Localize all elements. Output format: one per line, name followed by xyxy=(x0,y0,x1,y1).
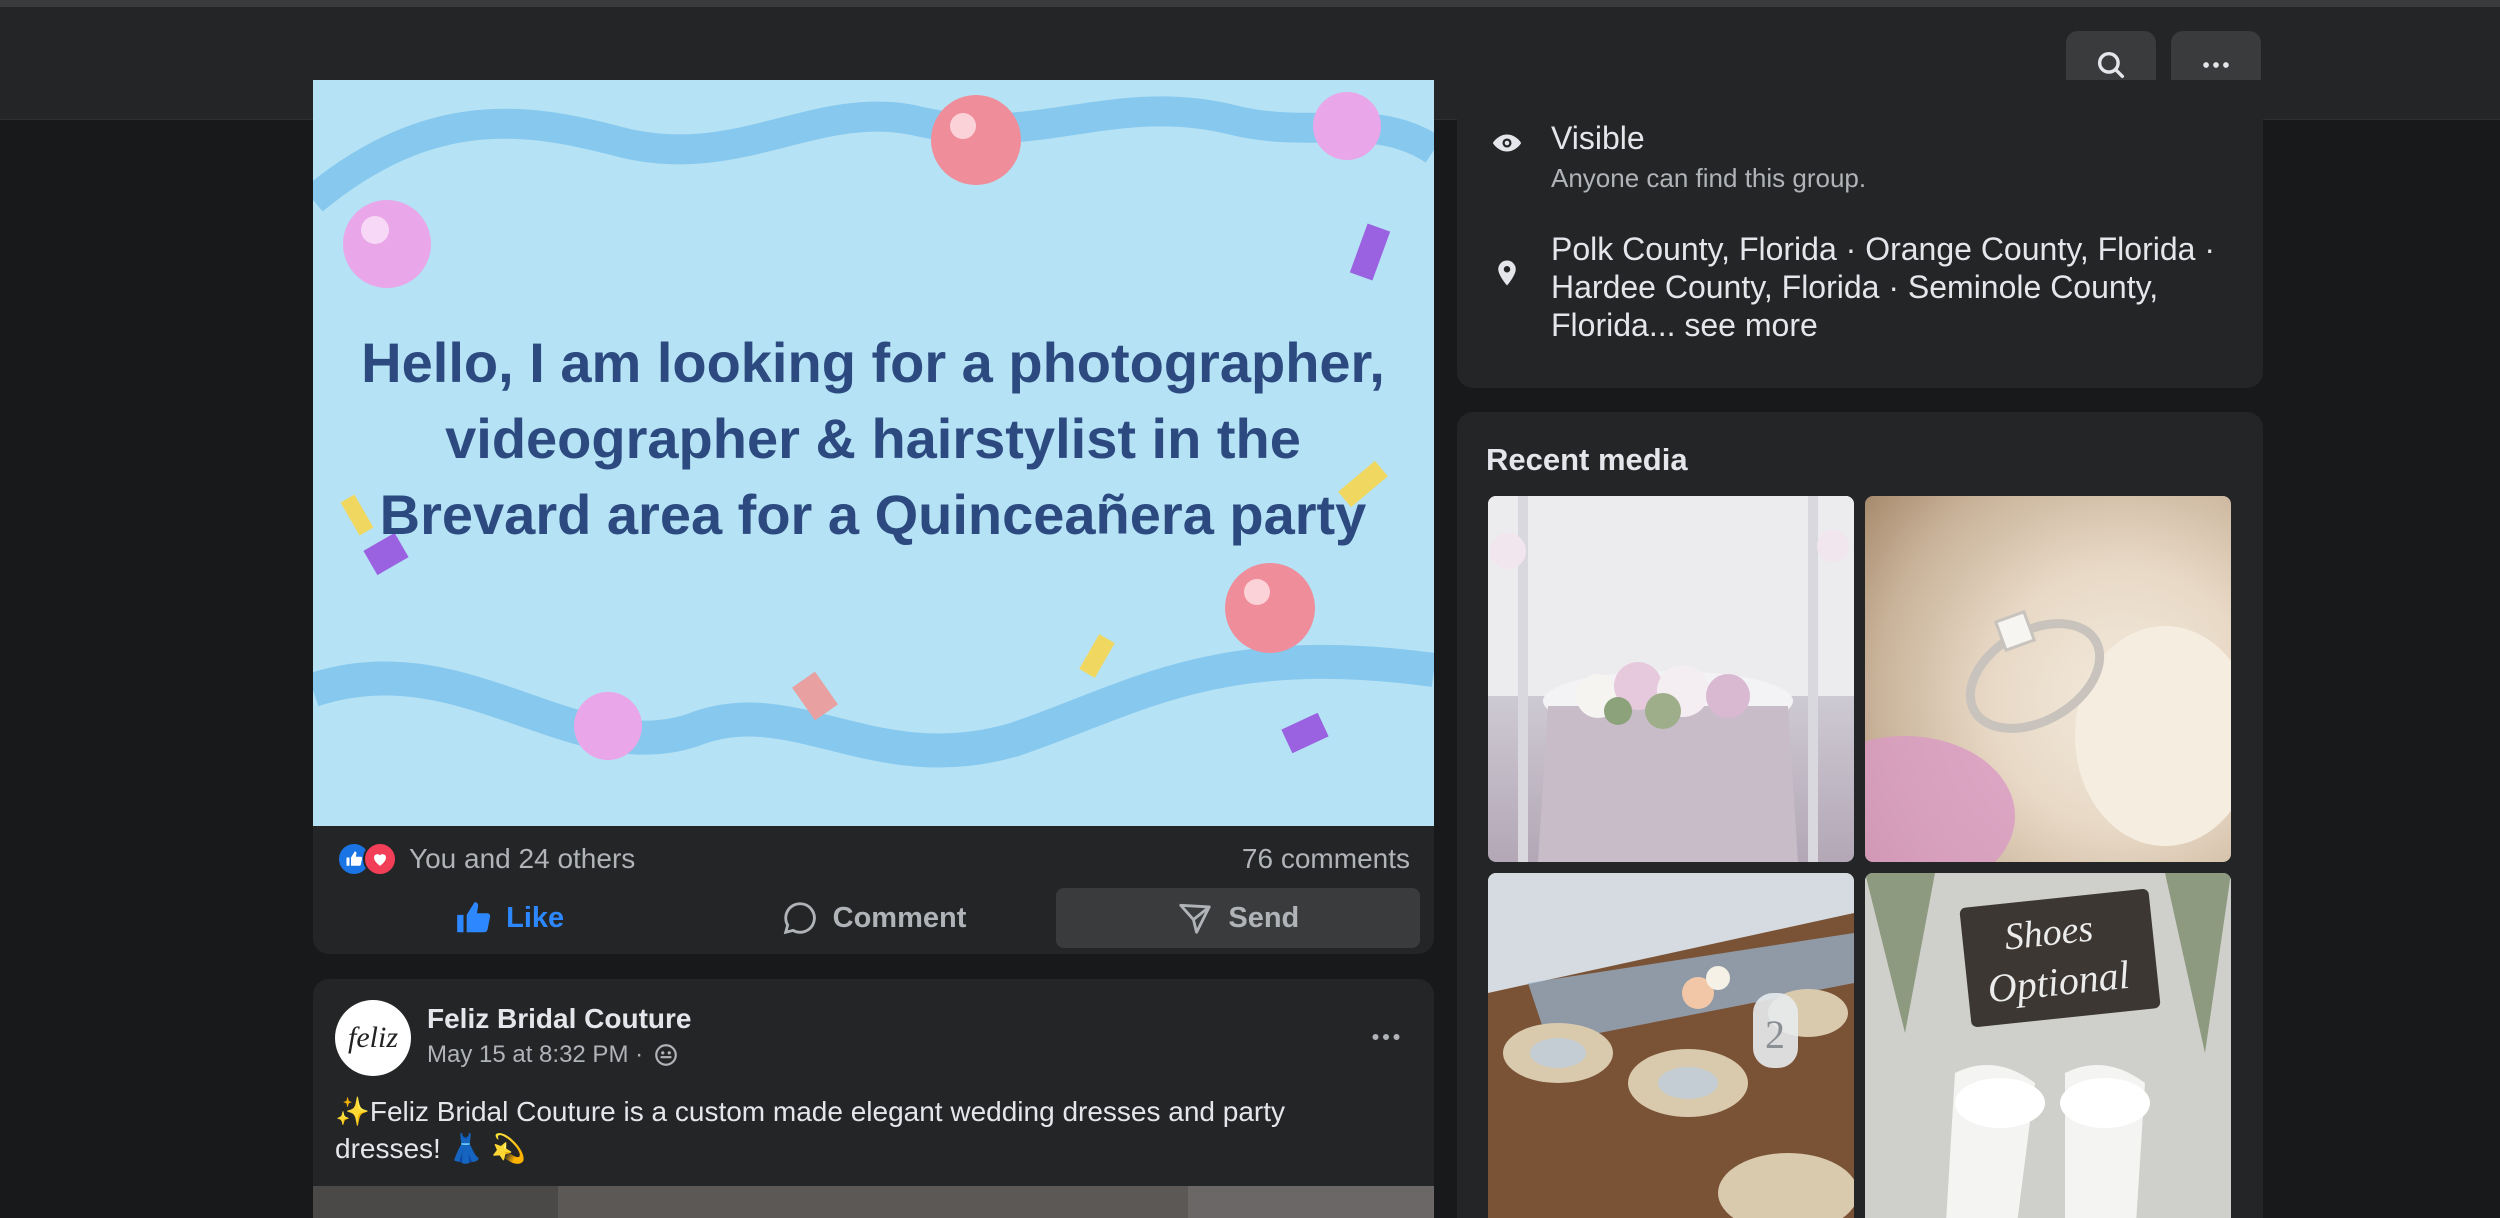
eye-icon xyxy=(1485,120,1529,194)
media-thumbnail[interactable] xyxy=(1865,496,2231,862)
comment-button[interactable]: Comment xyxy=(691,888,1055,948)
comment-label: Comment xyxy=(832,901,967,934)
send-icon xyxy=(1176,899,1214,937)
media-thumbnail[interactable] xyxy=(1488,496,1854,862)
post-card: feliz Feliz Bridal Couture May 15 at 8:3… xyxy=(313,979,1434,1218)
media-thumbnail[interactable]: 2 xyxy=(1488,873,1854,1218)
post-image-text: Hello, I am looking for a photographer, … xyxy=(361,331,1385,546)
post-card: Hello, I am looking for a photographer, … xyxy=(313,80,1434,954)
like-label: Like xyxy=(506,901,565,934)
location-pin-icon xyxy=(1485,230,1529,344)
location-row: Polk County, Florida · Orange County, Fl… xyxy=(1485,230,2231,344)
post-actions: Like Comment Send xyxy=(327,888,1420,948)
post-timestamp[interactable]: May 15 at 8:32 PM · xyxy=(427,1041,643,1069)
post-meta: May 15 at 8:32 PM · xyxy=(427,1041,679,1069)
page: Hello, I am looking for a photographer, … xyxy=(0,0,2500,1218)
comments-count[interactable]: 76 comments xyxy=(1242,843,1410,875)
reactions-row: You and 24 others 76 comments xyxy=(337,840,1410,878)
recent-media-title: Recent media xyxy=(1486,442,1688,477)
post-options-button[interactable] xyxy=(1368,1019,1404,1055)
visibility-description: Anyone can find this group. xyxy=(1551,163,1867,193)
reactions-summary[interactable]: You and 24 others xyxy=(337,842,635,876)
audience-icon xyxy=(653,1042,679,1068)
table-flowers-image xyxy=(1488,496,1854,862)
love-reaction-icon xyxy=(363,842,397,876)
location-text[interactable]: Polk County, Florida · Orange County, Fl… xyxy=(1551,230,2231,344)
avatar[interactable]: feliz xyxy=(335,1000,411,1076)
like-button[interactable]: Like xyxy=(327,888,691,948)
image-segment xyxy=(558,1186,1188,1218)
reactions-count: You and 24 others xyxy=(409,843,636,874)
visibility-row: Visible Anyone can find this group. xyxy=(1485,120,1866,194)
visibility-title: Visible xyxy=(1551,120,1645,156)
table-number-text: 2 xyxy=(1765,1012,1785,1057)
thumbs-up-icon xyxy=(454,899,492,937)
comment-icon xyxy=(781,899,819,937)
more-horizontal-icon xyxy=(1372,1034,1400,1040)
send-button[interactable]: Send xyxy=(1055,888,1420,948)
recent-media-card: Recent media 2 Shoes Optional xyxy=(1457,412,2263,1218)
image-segment xyxy=(313,1186,558,1218)
ring-image xyxy=(1865,609,2231,862)
post-text: ✨Feliz Bridal Couture is a custom made e… xyxy=(335,1096,1286,1164)
send-label: Send xyxy=(1228,901,1300,934)
post-image[interactable] xyxy=(313,1186,1434,1218)
search-icon xyxy=(2097,51,2125,78)
post-author[interactable]: Feliz Bridal Couture xyxy=(427,1003,691,1035)
table-setting-image: 2 xyxy=(1488,873,1854,1218)
avatar-logo-text: feliz xyxy=(348,1021,398,1054)
shoes-sign-image: Shoes Optional xyxy=(1865,873,2231,1218)
post-image[interactable]: Hello, I am looking for a photographer, … xyxy=(313,80,1434,826)
about-card: Visible Anyone can find this group. Polk… xyxy=(1457,80,2263,388)
media-thumbnail[interactable]: Shoes Optional xyxy=(1865,873,2231,1218)
more-horizontal-icon xyxy=(2203,61,2229,68)
image-segment xyxy=(1188,1186,1434,1218)
